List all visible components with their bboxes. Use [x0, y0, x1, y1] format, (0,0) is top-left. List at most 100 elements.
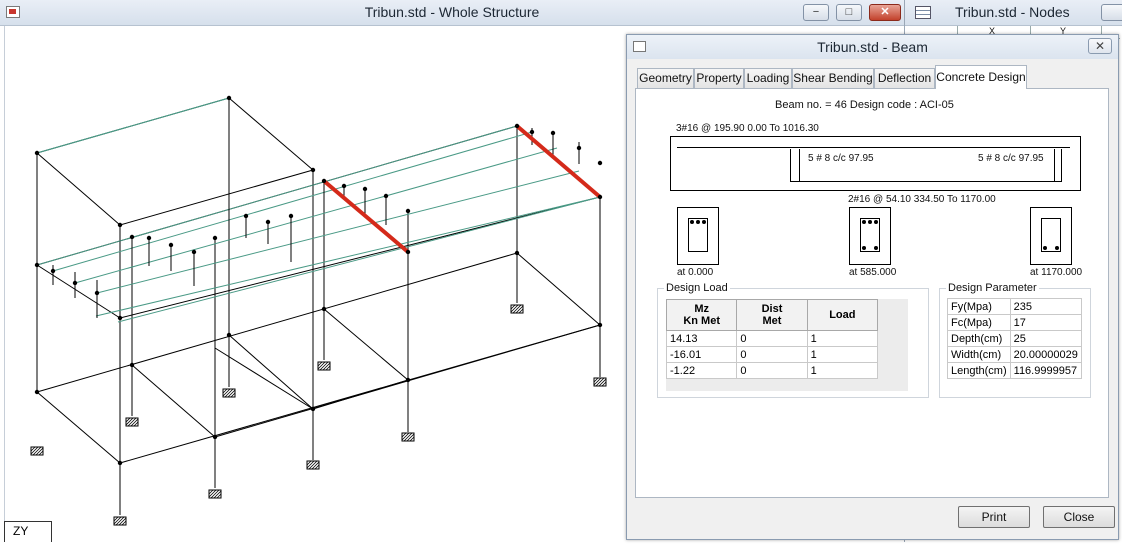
frame-member[interactable]	[119, 196, 601, 319]
beam-dialog-titlebar[interactable]: Tribun.std - Beam ✕	[627, 35, 1118, 59]
structure-node[interactable]	[34, 262, 40, 268]
structure-node[interactable]	[94, 290, 100, 296]
table-row[interactable]: -16.01 0 1	[665, 346, 879, 363]
frame-member[interactable]	[312, 379, 409, 410]
tab-loading[interactable]: Loading	[744, 68, 792, 88]
structure-node[interactable]	[321, 178, 327, 184]
longitudinal-beam[interactable]	[95, 196, 601, 317]
table-cell[interactable]: 0	[736, 346, 808, 363]
tab-geometry[interactable]: Geometry	[637, 68, 694, 88]
main-titlebar[interactable]: Tribun.std - Whole Structure − □ ✕	[0, 0, 904, 26]
frame-member[interactable]	[119, 169, 314, 226]
col-dist-header[interactable]: Dist Met	[736, 299, 808, 331]
table-cell[interactable]: 1	[806, 346, 879, 363]
minimize-button[interactable]: −	[803, 4, 829, 21]
parameter-value[interactable]: 116.9999957	[1009, 362, 1082, 379]
frame-member[interactable]	[36, 264, 121, 319]
frame-member[interactable]	[228, 97, 314, 171]
structure-node[interactable]	[383, 193, 389, 199]
close-button[interactable]: ✕	[869, 4, 901, 21]
fixed-support-icon[interactable]	[306, 460, 320, 470]
parameter-row[interactable]: Fy(Mpa) 235	[947, 298, 1082, 315]
structure-node[interactable]	[243, 213, 249, 219]
frame-member[interactable]	[36, 391, 121, 464]
structure-node[interactable]	[117, 222, 123, 228]
structure-node[interactable]	[310, 406, 316, 412]
parameter-row[interactable]: Fc(Mpa) 17	[947, 314, 1082, 331]
maximize-button[interactable]: □	[836, 4, 862, 21]
table-cell[interactable]: 0	[736, 330, 808, 347]
fixed-support-icon[interactable]	[593, 377, 607, 387]
structure-node[interactable]	[50, 268, 56, 274]
parameter-name[interactable]: Fc(Mpa)	[947, 314, 1011, 331]
dialog-close-icon[interactable]: ✕	[1088, 38, 1112, 54]
parameter-value[interactable]: 235	[1009, 298, 1082, 315]
table-cell[interactable]: -16.01	[665, 346, 738, 363]
table-cell[interactable]: 1	[806, 330, 879, 347]
close-dialog-button[interactable]: Close	[1043, 506, 1115, 528]
longitudinal-beam[interactable]	[96, 170, 580, 294]
frame-member[interactable]	[228, 334, 314, 410]
longitudinal-beam[interactable]	[36, 97, 230, 154]
selected-beam[interactable]	[515, 124, 602, 199]
structure-node[interactable]	[514, 123, 520, 129]
structure-node[interactable]	[117, 460, 123, 466]
frame-member[interactable]	[36, 152, 121, 226]
structure-node[interactable]	[405, 377, 411, 383]
structure-node[interactable]	[34, 150, 40, 156]
structure-node[interactable]	[529, 129, 535, 135]
structure-node[interactable]	[117, 315, 123, 321]
selected-beam[interactable]	[322, 179, 410, 254]
structure-node[interactable]	[129, 362, 135, 368]
longitudinal-beam[interactable]	[36, 125, 518, 266]
parameter-name[interactable]: Depth(cm)	[947, 330, 1011, 347]
fixed-support-icon[interactable]	[317, 361, 331, 371]
design-parameter-table[interactable]: Fy(Mpa) 235 Fc(Mpa) 17 Depth(cm) 25 Width(cm) 2…	[947, 298, 1082, 379]
structure-node[interactable]	[341, 183, 347, 189]
structure-node[interactable]	[168, 242, 174, 248]
table-row[interactable]: -1.22 0 1	[665, 362, 879, 379]
structure-node[interactable]	[226, 332, 232, 338]
longitudinal-beam[interactable]	[117, 196, 601, 323]
fixed-support-icon[interactable]	[113, 516, 127, 526]
print-button[interactable]: Print	[958, 506, 1030, 528]
structure-node[interactable]	[212, 434, 218, 440]
structure-node[interactable]	[405, 249, 411, 255]
frame-member[interactable]	[214, 347, 314, 410]
fixed-support-icon[interactable]	[401, 432, 415, 442]
nodes-titlebar[interactable]: Tribun.std - Nodes	[905, 0, 1122, 26]
tab-property[interactable]: Property	[694, 68, 744, 88]
frame-member[interactable]	[323, 308, 409, 381]
frame-member[interactable]	[516, 252, 601, 326]
structure-node[interactable]	[576, 145, 582, 151]
structure-node[interactable]	[597, 322, 603, 328]
structure-node[interactable]	[34, 389, 40, 395]
table-cell[interactable]: 1	[806, 362, 879, 379]
parameter-row[interactable]: Depth(cm) 25	[947, 330, 1082, 347]
structure-node[interactable]	[597, 194, 603, 200]
fixed-support-icon[interactable]	[222, 388, 236, 398]
structure-node[interactable]	[72, 280, 78, 286]
structure-node[interactable]	[321, 306, 327, 312]
design-load-table[interactable]: Mz Kn Met Dist Met Load 14.13 0 1 -16.01 0 1-…	[665, 299, 879, 379]
structure-node[interactable]	[405, 208, 411, 214]
frame-member[interactable]	[131, 364, 216, 438]
structure-node[interactable]	[265, 219, 271, 225]
parameter-value[interactable]: 17	[1009, 314, 1082, 331]
fixed-support-icon[interactable]	[125, 417, 139, 427]
table-cell[interactable]: 0	[736, 362, 808, 379]
fixed-support-icon[interactable]	[30, 446, 44, 456]
tab-concrete-design[interactable]: Concrete Design	[935, 65, 1027, 89]
parameter-name[interactable]: Width(cm)	[947, 346, 1011, 363]
parameter-row[interactable]: Length(cm) 116.9999957	[947, 362, 1082, 379]
parameter-row[interactable]: Width(cm) 20.00000029	[947, 346, 1082, 363]
structure-node[interactable]	[212, 235, 218, 241]
nodes-minimize-button[interactable]	[1101, 4, 1122, 21]
structure-node[interactable]	[514, 250, 520, 256]
col-mz-header[interactable]: Mz Kn Met	[665, 299, 738, 331]
tab-shear-bending[interactable]: Shear Bending	[792, 68, 874, 88]
fixed-support-icon[interactable]	[510, 304, 524, 314]
structure-node[interactable]	[310, 167, 316, 173]
structure-node[interactable]	[129, 234, 135, 240]
structure-node[interactable]	[146, 235, 152, 241]
